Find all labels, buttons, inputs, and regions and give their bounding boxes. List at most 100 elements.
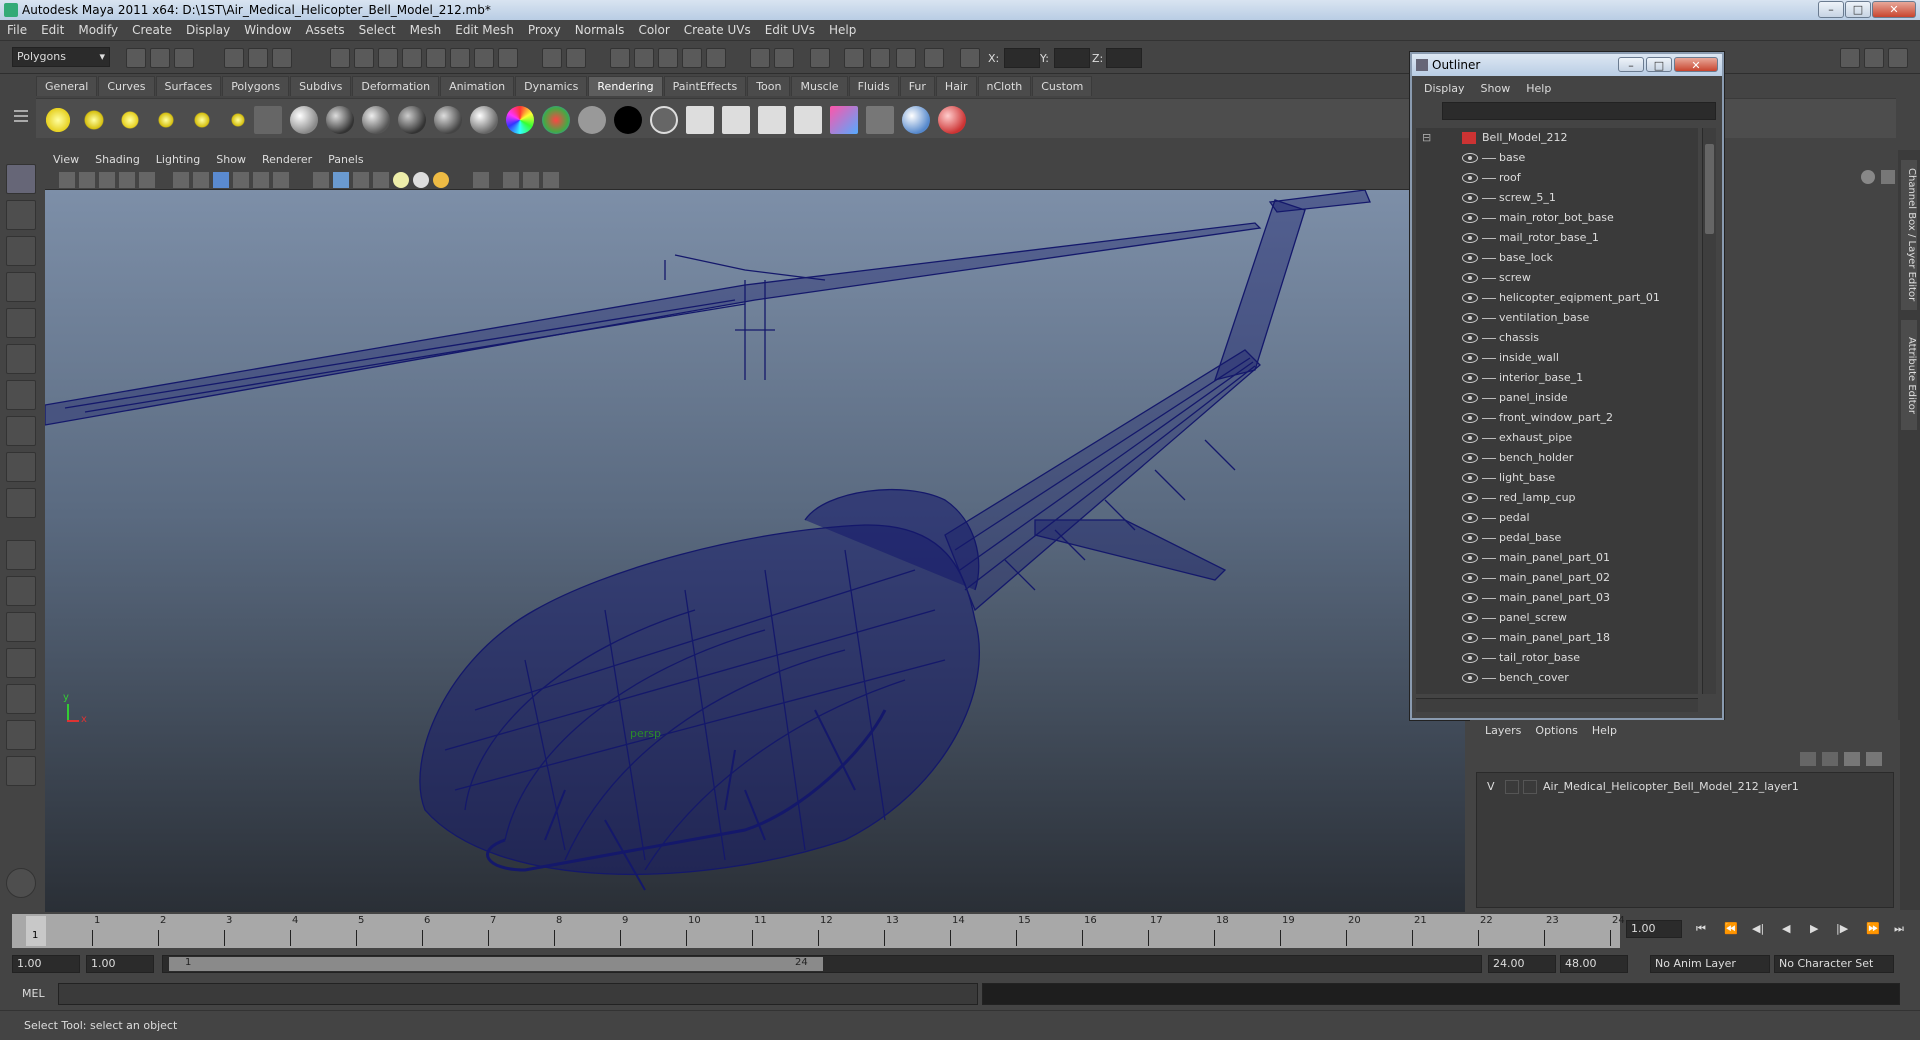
shelf-tab-fluids[interactable]: Fluids <box>848 76 899 96</box>
wireframe-on-shaded-icon[interactable] <box>353 172 369 188</box>
persp-trax-icon[interactable] <box>6 720 36 750</box>
render-current-icon[interactable] <box>686 106 714 134</box>
channel-toggle-icon[interactable] <box>1864 48 1884 68</box>
save-scene-icon[interactable] <box>174 48 194 68</box>
select-hierarchy-icon[interactable] <box>224 48 244 68</box>
hypershade-persp-icon[interactable] <box>6 684 36 714</box>
panel-menu-show[interactable]: Show <box>208 150 254 170</box>
outliner-item[interactable]: roof <box>1416 168 1698 188</box>
shadows-icon[interactable] <box>433 172 449 188</box>
batch-render-icon[interactable] <box>758 106 786 134</box>
menu-display[interactable]: Display <box>179 20 237 41</box>
layer-color-swatch[interactable] <box>1523 780 1537 794</box>
outliner-item[interactable]: main_rotor_bot_base <box>1416 208 1698 228</box>
spot-light-icon[interactable] <box>152 106 180 134</box>
field-chart-icon[interactable] <box>213 172 229 188</box>
outliner-item[interactable]: base <box>1416 148 1698 168</box>
toggle-channel-icon[interactable] <box>870 48 890 68</box>
open-scene-icon[interactable] <box>150 48 170 68</box>
menu-help[interactable]: Help <box>822 20 863 41</box>
toggle-panel-icon[interactable] <box>844 48 864 68</box>
outliner-item[interactable]: bench_cover <box>1416 668 1698 688</box>
phong-e-icon[interactable] <box>434 106 462 134</box>
mode-dropdown[interactable]: Polygons ▾ <box>12 47 110 67</box>
menu-normals[interactable]: Normals <box>568 20 632 41</box>
outliner-menu-help[interactable]: Help <box>1518 80 1559 98</box>
outliner-menu-display[interactable]: Display <box>1416 80 1473 98</box>
transform-icon[interactable] <box>960 48 980 68</box>
snap-surface-icon[interactable] <box>426 48 446 68</box>
animation-start-field[interactable]: 1.00 <box>12 955 80 973</box>
step-forward-key-icon[interactable]: ⏩ <box>1866 922 1880 935</box>
menu-edit[interactable]: Edit <box>34 20 71 41</box>
y-field[interactable] <box>1054 48 1090 68</box>
history-icon[interactable] <box>474 48 494 68</box>
panel-menu-shading[interactable]: Shading <box>87 150 148 170</box>
camera-attr-icon[interactable] <box>59 172 75 188</box>
blank-tool-icon[interactable] <box>6 488 36 518</box>
maximize-button[interactable]: □ <box>1845 1 1871 18</box>
shelf-tab-rendering[interactable]: Rendering <box>588 76 663 96</box>
close-button[interactable]: ✕ <box>1872 1 1916 18</box>
layered-shader-icon[interactable] <box>506 106 534 134</box>
snap-curve-icon[interactable] <box>354 48 374 68</box>
step-back-frame-icon[interactable]: ◀| <box>1752 922 1764 935</box>
shelf-tab-deformation[interactable]: Deformation <box>352 76 440 96</box>
select-object-icon[interactable] <box>248 48 268 68</box>
blinn-icon[interactable] <box>326 106 354 134</box>
image-plane-icon[interactable] <box>99 172 115 188</box>
character-set-dropdown[interactable]: No Character Set <box>1774 955 1894 973</box>
single-pane-icon[interactable] <box>6 540 36 570</box>
move-layer-down-icon[interactable] <box>1822 752 1838 766</box>
select-component-icon[interactable] <box>272 48 292 68</box>
panel-layout-icon[interactable] <box>523 172 539 188</box>
safe-action-icon[interactable] <box>233 172 249 188</box>
menu-edit-uvs[interactable]: Edit UVs <box>758 20 822 41</box>
panel-menu-lighting[interactable]: Lighting <box>148 150 208 170</box>
shelf-tab-fur[interactable]: Fur <box>899 76 935 96</box>
outliner-item[interactable]: main_panel_part_18 <box>1416 628 1698 648</box>
outliner-maximize-button[interactable]: □ <box>1646 57 1672 72</box>
render-frame-icon[interactable] <box>610 48 630 68</box>
show-hide-icon[interactable] <box>810 48 830 68</box>
anisotropic-icon[interactable] <box>290 106 318 134</box>
phong-icon[interactable] <box>398 106 426 134</box>
outliner-item[interactable]: main_panel_part_03 <box>1416 588 1698 608</box>
outliner-scrollbar[interactable] <box>1702 128 1716 694</box>
persp-graph-icon[interactable] <box>6 648 36 678</box>
isolate-select-icon[interactable] <box>473 172 489 188</box>
current-frame-marker[interactable]: 1 <box>26 916 46 946</box>
layout-toggle-icon[interactable] <box>1840 48 1860 68</box>
shelf-tab-subdivs[interactable]: Subdivs <box>290 76 352 96</box>
minimize-button[interactable]: – <box>1818 1 1844 18</box>
layers-menu-layers[interactable]: Layers <box>1478 724 1528 737</box>
manipulator-icon[interactable] <box>6 380 36 410</box>
collapse-icon[interactable]: ⊟ <box>1422 128 1431 148</box>
time-slider[interactable]: 1 1 2 3 4 5 6 7 8 9 10 11 12 13 14 15 16 17 18 19 20 21 22 23 2… <box>0 912 1920 950</box>
channel-options-icon[interactable] <box>1881 170 1895 184</box>
outliner-item[interactable]: light_base <box>1416 468 1698 488</box>
textured-icon[interactable] <box>333 172 349 188</box>
outliner-item[interactable]: screw <box>1416 268 1698 288</box>
render-settings-icon[interactable] <box>658 48 678 68</box>
move-tool-icon[interactable] <box>6 272 36 302</box>
hypershade-icon[interactable] <box>682 48 702 68</box>
outliner-item[interactable]: ventilation_base <box>1416 308 1698 328</box>
outliner-hscrollbar[interactable] <box>1416 698 1698 712</box>
lasso-tool-icon[interactable] <box>6 200 36 230</box>
tear-off-icon[interactable] <box>543 172 559 188</box>
attribute-editor-tab[interactable]: Attribute Editor <box>1901 320 1917 430</box>
anim-layer-dropdown[interactable]: No Anim Layer <box>1650 955 1770 973</box>
go-to-end-icon[interactable]: ⏭ <box>1894 922 1904 936</box>
help-icon[interactable] <box>498 48 518 68</box>
render-view-icon[interactable] <box>706 48 726 68</box>
time-slider-track[interactable]: 1 1 2 3 4 5 6 7 8 9 10 11 12 13 14 15 16 17 18 19 20 21 22 23 2… <box>12 914 1625 948</box>
outliner-item[interactable]: main_panel_part_01 <box>1416 548 1698 568</box>
play-backwards-icon[interactable]: ◀ <box>1782 922 1790 935</box>
use-background-icon[interactable] <box>578 106 606 134</box>
menu-edit-mesh[interactable]: Edit Mesh <box>448 20 521 41</box>
material-icon[interactable] <box>902 106 930 134</box>
snap-live-icon[interactable] <box>450 48 470 68</box>
snap-point-icon[interactable] <box>378 48 398 68</box>
scale-tool-icon[interactable] <box>6 344 36 374</box>
